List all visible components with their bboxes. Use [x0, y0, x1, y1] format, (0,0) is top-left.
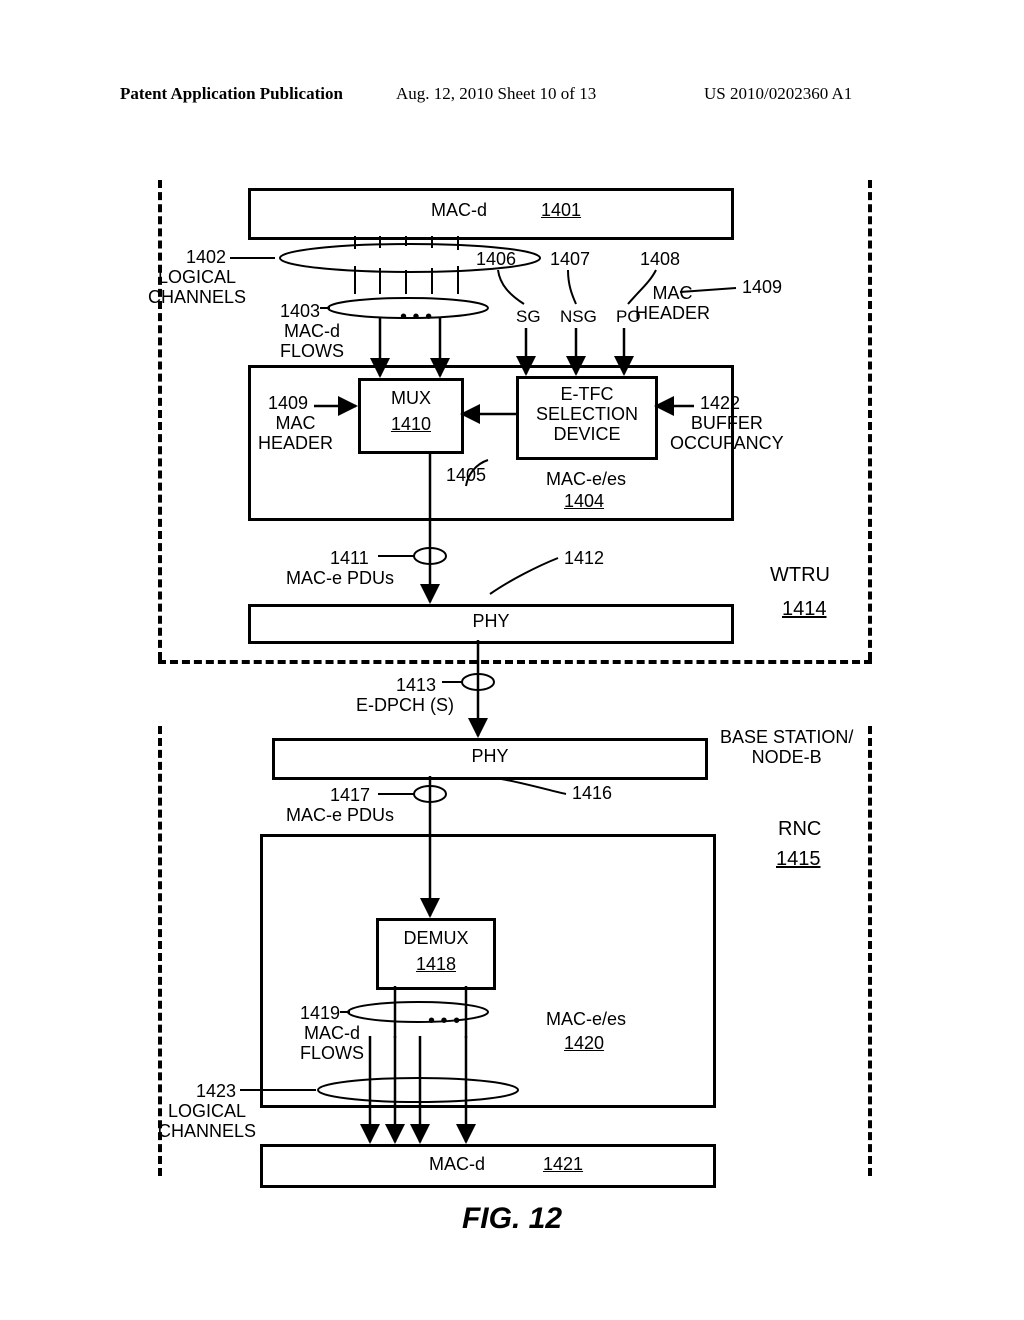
- connectors-svg: [0, 0, 1024, 1320]
